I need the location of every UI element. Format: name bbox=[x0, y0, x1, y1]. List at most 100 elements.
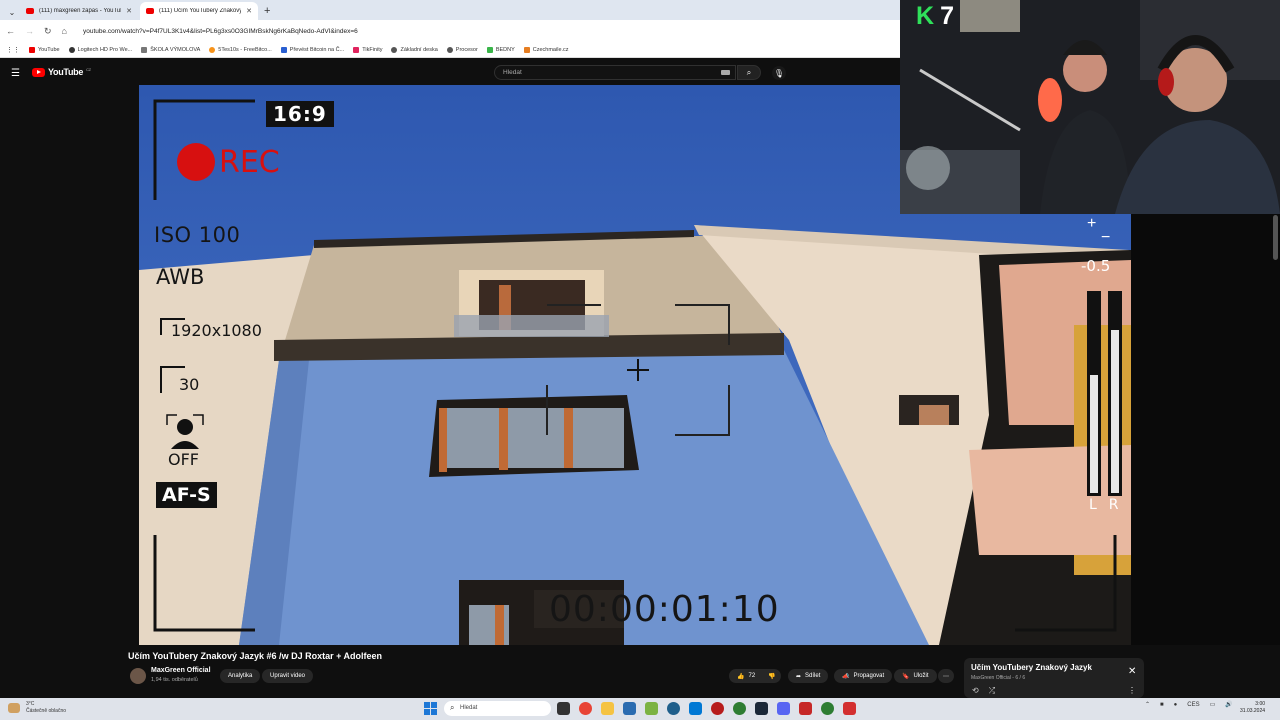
more-actions-button[interactable]: ⋯ bbox=[938, 669, 954, 683]
zoom-out-icon[interactable]: − bbox=[1101, 230, 1110, 246]
bookmark-item[interactable]: Czechmaile.cz bbox=[523, 46, 569, 53]
analytics-button[interactable]: Analytika bbox=[220, 669, 261, 683]
chrome-icon[interactable] bbox=[579, 702, 592, 715]
apps-icon[interactable]: ⋮⋮ bbox=[6, 46, 20, 54]
close-tab-icon[interactable]: ✕ bbox=[246, 7, 252, 15]
loop-icon[interactable]: ⟲ bbox=[972, 686, 979, 696]
youtube-icon bbox=[29, 46, 35, 53]
bookmark-item[interactable]: YouTube bbox=[29, 46, 60, 53]
share-icon: ➦ bbox=[796, 673, 802, 680]
youtube-logo[interactable]: YouTube CZ bbox=[32, 67, 91, 77]
address-bar: ← → ↻ ⌂ youtube.com/watch?v=P4f7UL3K1v4&… bbox=[0, 20, 900, 42]
forward-icon[interactable]: → bbox=[25, 26, 34, 36]
bookmark-item[interactable]: BEDNY bbox=[486, 46, 515, 53]
bookmark-item[interactable]: Převést Bitcoin na Č... bbox=[280, 46, 344, 53]
url-field[interactable]: youtube.com/watch?v=P4f7UL3K1v4&list=PL6… bbox=[83, 28, 358, 35]
shuffle-icon[interactable]: ⤮ bbox=[989, 686, 995, 696]
page-scrollbar[interactable] bbox=[1273, 215, 1278, 260]
weather-desc: Částečně oblačno bbox=[26, 708, 67, 714]
new-tab-icon[interactable]: + bbox=[264, 2, 270, 20]
close-icon[interactable]: ✕ bbox=[1128, 666, 1136, 677]
home-icon[interactable]: ⌂ bbox=[62, 26, 67, 36]
voice-search-button[interactable]: 🎙 bbox=[772, 66, 786, 80]
playlist-subtitle: MaxGreen Official - 6 / 6 bbox=[971, 675, 1026, 681]
bookmark-item[interactable]: ŠKOLA VÝMOLOVA bbox=[141, 46, 200, 53]
tikfinity-icon bbox=[353, 46, 360, 53]
taskbar-search-input[interactable]: Hledat bbox=[444, 701, 551, 716]
tab-maxgreen-zapas[interactable]: (111) maxgreen zapas - YouTub ✕ bbox=[20, 2, 138, 20]
board-icon bbox=[391, 46, 398, 53]
menu-icon[interactable]: ☰ bbox=[11, 68, 20, 79]
bookmark-item[interactable]: Základní deska bbox=[391, 46, 438, 53]
webcam-feed bbox=[900, 0, 1280, 214]
playlist-controls: ⟲ ⤮ bbox=[972, 686, 995, 696]
bookmark-item[interactable]: Logitech HD Pro We... bbox=[68, 46, 132, 53]
bookmark-item[interactable]: Procesor bbox=[446, 46, 478, 53]
discord-icon[interactable] bbox=[777, 702, 790, 715]
tab-ucim-youtubery[interactable]: (111) Učím YouTubery Znakový ✕ bbox=[140, 2, 258, 20]
app-icon[interactable] bbox=[821, 702, 834, 715]
timecode: 00:00:01:10 bbox=[549, 589, 780, 630]
keyboard-icon[interactable] bbox=[721, 70, 730, 75]
clock[interactable]: 3:00 31.03.2024 bbox=[1240, 701, 1265, 715]
task-view-icon[interactable] bbox=[557, 702, 570, 715]
weather-temp: 3°C bbox=[26, 701, 35, 707]
search-icon: ⌕ bbox=[746, 67, 752, 77]
dislike-button[interactable]: 👎 bbox=[762, 669, 782, 683]
edit-video-button[interactable]: Upravit video bbox=[262, 669, 314, 683]
like-button[interactable]: 👍 72 bbox=[729, 669, 764, 683]
cpu-icon bbox=[446, 46, 453, 53]
bookmark-item[interactable]: 5Tes10s - FreeBitco... bbox=[209, 46, 272, 53]
more-vert-icon[interactable]: ⋮ bbox=[1128, 686, 1136, 695]
app-icon[interactable] bbox=[645, 702, 658, 715]
volume-icon[interactable]: 🔊 bbox=[1225, 701, 1232, 708]
search-input[interactable]: Hledat bbox=[494, 65, 736, 80]
weather-widget[interactable]: 3°C Částečně oblačno bbox=[26, 701, 66, 715]
subscriber-count: 1,94 tis. odběratelů bbox=[151, 677, 198, 683]
share-button[interactable]: ➦ Sdílet bbox=[788, 669, 829, 683]
close-tab-icon[interactable]: ✕ bbox=[126, 7, 132, 15]
language-indicator[interactable]: CES bbox=[1187, 702, 1199, 708]
country-code: CZ bbox=[86, 67, 91, 72]
screen: ⌄ (111) maxgreen zapas - YouTub ✕ (111) … bbox=[0, 0, 1280, 720]
app-icon[interactable] bbox=[799, 702, 812, 715]
app-icon[interactable] bbox=[689, 702, 702, 715]
youtube-favicon-icon bbox=[26, 8, 34, 14]
back-icon[interactable]: ← bbox=[6, 26, 15, 36]
tray-app-icon[interactable]: ● bbox=[1174, 702, 1178, 708]
k-count: 7 bbox=[940, 2, 954, 30]
store-icon[interactable] bbox=[623, 702, 636, 715]
channel-avatar[interactable] bbox=[130, 668, 146, 684]
playlist-title[interactable]: Učím YouTubery Znakový Jazyk bbox=[971, 663, 1092, 672]
channel-name[interactable]: MaxGreen Official bbox=[151, 667, 211, 674]
network-icon[interactable]: ▭ bbox=[1210, 701, 1216, 708]
logitech-icon bbox=[68, 46, 75, 53]
search-icon: ⌕ bbox=[450, 703, 455, 712]
playlist-panel[interactable]: Učím YouTubery Znakový Jazyk MaxGreen Of… bbox=[964, 658, 1144, 698]
resolution-label: 1920x1080 bbox=[171, 321, 262, 340]
edge-icon[interactable] bbox=[667, 702, 680, 715]
file-explorer-icon[interactable] bbox=[601, 702, 614, 715]
clock-date: 31.03.2024 bbox=[1240, 708, 1266, 714]
save-button[interactable]: 🔖 Uložit bbox=[894, 669, 937, 683]
tab-search-icon[interactable]: ⌄ bbox=[4, 4, 20, 20]
bookmark-item[interactable]: TikFinity bbox=[353, 46, 382, 53]
exposure-value: -0.5 bbox=[1081, 257, 1111, 275]
taskbar: 3°C Částečně oblačno Hledat ⌕ ⌃ ■ ● CES … bbox=[0, 698, 1280, 720]
chevron-up-icon[interactable]: ⌃ bbox=[1145, 701, 1150, 708]
app-icon[interactable] bbox=[843, 702, 856, 715]
bookmark-icon: 🔖 bbox=[902, 673, 910, 680]
fps-label: 30 bbox=[179, 375, 200, 394]
start-icon[interactable] bbox=[424, 702, 437, 715]
aspect-ratio-badge: 16:9 bbox=[266, 101, 334, 127]
system-tray: ⌃ ■ ● CES ▭ 🔊 bbox=[1145, 701, 1233, 709]
search-button[interactable]: ⌕ bbox=[737, 65, 761, 80]
tray-app-icon[interactable]: ■ bbox=[1160, 702, 1164, 708]
app-icon[interactable] bbox=[733, 702, 746, 715]
steam-icon[interactable] bbox=[755, 702, 768, 715]
obs-icon[interactable] bbox=[711, 702, 724, 715]
promote-button[interactable]: 📣 Propagovat bbox=[834, 669, 893, 683]
iso-label: ISO 100 bbox=[154, 223, 241, 247]
browser-tab-bar: ⌄ (111) maxgreen zapas - YouTub ✕ (111) … bbox=[0, 0, 900, 20]
reload-icon[interactable]: ↻ bbox=[44, 26, 52, 37]
